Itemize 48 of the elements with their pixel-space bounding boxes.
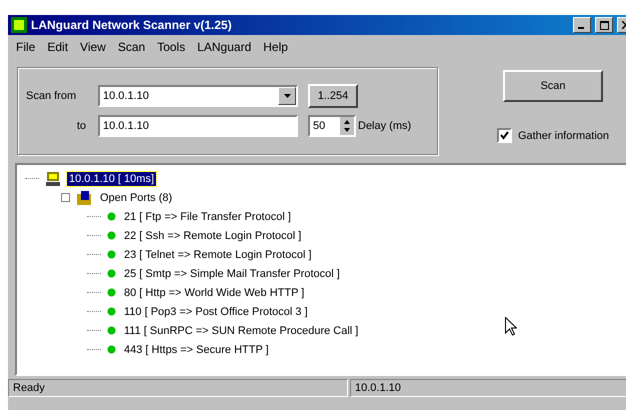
menu-item[interactable]: Scan: [118, 40, 146, 54]
app-icon: [11, 17, 27, 33]
mouse-pointer-icon: [505, 317, 517, 336]
tree-item[interactable]: 22 [ Ssh => Remote Login Protocol ]: [122, 228, 304, 242]
window-title: LANguard Network Scanner v(1.25): [31, 18, 233, 32]
tree-item[interactable]: 110 [ Pop3 => Post Office Protocol 3 ]: [122, 304, 310, 318]
tree-item[interactable]: 111 [ SunRPC => SUN Remote Procedure Call ]: [122, 324, 360, 338]
field-label: Delay (ms): [358, 120, 412, 132]
scan-to-field[interactable]: 10.0.1.10: [98, 115, 298, 137]
menu-item[interactable]: View: [80, 40, 106, 54]
tree-item[interactable]: 23 [ Telnet => Remote Login Protocol ]: [122, 248, 314, 262]
tree-item[interactable]: 10.0.1.10 [ 10ms]: [67, 172, 156, 186]
folder-icon: [76, 190, 92, 206]
menu-item[interactable]: LANguard: [197, 40, 252, 54]
port-dot-icon: [107, 345, 116, 354]
tree-item[interactable]: 21 [ Ftp => File Transfer Protocol ]: [122, 210, 293, 224]
field-label: Scan from: [26, 90, 78, 102]
tree-item[interactable]: 80 [ Http => World Wide Web HTTP ]: [122, 286, 306, 300]
scan-from-dropdown[interactable]: 10.0.1.10: [98, 85, 298, 107]
field-label: to: [76, 120, 87, 132]
port-dot-icon: [107, 326, 116, 335]
scan-button[interactable]: Scan: [503, 70, 603, 102]
menu-item[interactable]: File: [16, 40, 36, 54]
checkbox[interactable]: [496, 128, 512, 143]
port-dot-icon: [107, 250, 116, 259]
computer-icon: [45, 170, 61, 186]
menu-item[interactable]: Help: [263, 40, 288, 54]
port-dot-icon: [107, 231, 116, 240]
maximize-button[interactable]: [595, 17, 613, 33]
expander-icon[interactable]: [61, 193, 70, 202]
delay-spinner[interactable]: 50: [308, 115, 356, 137]
tree-item[interactable]: 443 [ Https => Secure HTTP ]: [122, 342, 271, 356]
port-dot-icon: [107, 307, 116, 316]
port-dot-icon: [107, 288, 116, 297]
status-text: 10.0.1.10: [350, 379, 626, 397]
tree-item[interactable]: Open Ports (8): [98, 190, 174, 204]
spin-arrows-icon: [340, 117, 354, 135]
maximize-icon: [600, 20, 608, 30]
status-text: Ready: [8, 379, 348, 397]
tree-item[interactable]: 25 [ Smtp => Simple Mail Transfer Protocol ]: [122, 266, 342, 280]
port-dot-icon: [107, 269, 116, 278]
menu-item[interactable]: Edit: [47, 40, 68, 54]
port-dot-icon: [107, 212, 116, 221]
range-button[interactable]: 1..254: [308, 84, 358, 108]
minimize-button[interactable]: [573, 17, 591, 33]
checkbox-label: Gather information: [518, 130, 610, 142]
menu-item[interactable]: Tools: [157, 40, 186, 54]
caret-icon: [284, 94, 290, 98]
